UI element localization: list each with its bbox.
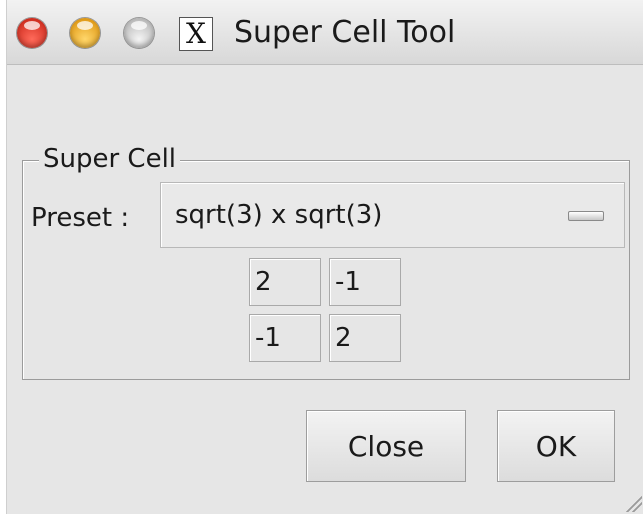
resize-grip-icon[interactable] <box>624 494 642 512</box>
preset-selected-value: sqrt(3) x sqrt(3) <box>175 200 383 230</box>
option-menu-indicator-icon <box>568 211 604 221</box>
matrix-cell-r1c1[interactable]: 2 <box>329 314 401 362</box>
group-legend: Super Cell <box>39 139 181 179</box>
matrix-cell-r0c1[interactable]: -1 <box>329 258 401 306</box>
matrix-cell-r0c0[interactable]: 2 <box>249 258 321 306</box>
preset-select[interactable]: sqrt(3) x sqrt(3) <box>160 182 625 248</box>
x11-app-icon: X <box>179 17 213 51</box>
matrix-cell-value: -1 <box>255 323 281 353</box>
zoom-window-icon[interactable] <box>124 18 154 48</box>
matrix-cell-value: -1 <box>335 267 361 297</box>
matrix-cell-r1c0[interactable]: -1 <box>249 314 321 362</box>
close-button[interactable]: Close <box>306 410 466 482</box>
matrix-cell-value: 2 <box>255 267 272 297</box>
super-cell-tool-window: X Super Cell Tool Super Cell Preset : sq… <box>6 0 643 514</box>
super-cell-group: Super Cell Preset : sqrt(3) x sqrt(3) 2 … <box>22 139 630 380</box>
minimize-window-icon[interactable] <box>70 18 100 48</box>
ok-button[interactable]: OK <box>497 410 615 482</box>
window-title: Super Cell Tool <box>234 15 456 50</box>
preset-label: Preset : <box>31 203 130 233</box>
matrix-cell-value: 2 <box>335 323 352 353</box>
title-bar[interactable]: X Super Cell Tool <box>7 0 643 65</box>
close-window-icon[interactable] <box>17 18 47 48</box>
